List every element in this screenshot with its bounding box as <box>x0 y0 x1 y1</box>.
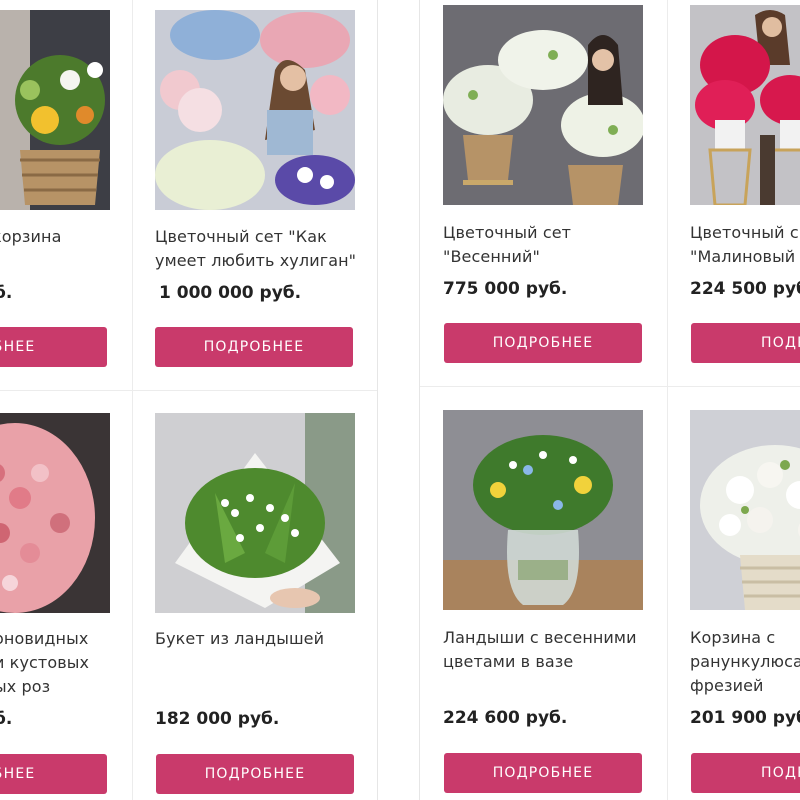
details-button[interactable]: ПОДРОБНЕЕ <box>156 754 354 794</box>
raspberry-flower-set-photo <box>690 5 800 205</box>
product-price: 182 000 руб. <box>155 709 280 729</box>
details-button[interactable]: ПОДРО <box>691 753 800 793</box>
product-title-line: ранункулюсам <box>690 652 800 671</box>
details-button[interactable]: ОБНЕЕ <box>0 754 107 794</box>
product-title-line: ых роз <box>0 677 51 696</box>
column-divider <box>667 0 668 800</box>
product-price: 224 600 руб. <box>443 708 568 728</box>
product-title-line: умеет любить хулиган" <box>155 251 357 270</box>
product-title: Цветочный с <box>690 223 799 242</box>
lily-of-the-valley-bouquet-photo <box>155 413 355 613</box>
row-divider <box>0 390 377 391</box>
details-button[interactable]: ПОДРОБНЕЕ <box>444 323 642 363</box>
details-button[interactable]: ПОДРОБНЕЕ <box>444 753 642 793</box>
spring-flower-set-photo <box>443 5 643 205</box>
product-price: 201 900 руб. <box>690 708 800 728</box>
ranunculus-basket-photo <box>690 410 800 610</box>
row-divider <box>420 386 800 387</box>
product-price: б. <box>0 709 13 729</box>
vase-bouquet-photo <box>443 410 643 610</box>
product-photo[interactable] <box>0 413 110 613</box>
product-photo[interactable] <box>443 410 643 610</box>
product-photo[interactable] <box>0 10 110 210</box>
product-photo[interactable] <box>155 10 355 210</box>
product-price: 775 000 руб. <box>443 279 568 299</box>
product-title-line: фрезией <box>690 676 764 695</box>
product-title-line: "Весенний" <box>443 247 540 266</box>
product-photo[interactable] <box>690 5 800 205</box>
details-button[interactable]: ПОДРОБНЕЕ <box>155 327 353 367</box>
details-button[interactable]: ПОДРО <box>691 323 800 363</box>
flower-basket-photo <box>0 10 110 210</box>
product-price: б. <box>0 283 13 303</box>
rose-bouquet-photo <box>0 413 110 613</box>
product-title-line: цветами в вазе <box>443 652 574 671</box>
product-grid-left: корзина б. ОБНЕЕ Цветочны <box>0 0 378 800</box>
product-photo[interactable] <box>690 410 800 610</box>
panel-gap <box>378 0 419 800</box>
product-photo[interactable] <box>155 413 355 613</box>
product-title: Букет из ландышей <box>155 629 325 648</box>
details-button[interactable]: ОБНЕЕ <box>0 327 107 367</box>
product-title: Ландыши с весенними <box>443 628 637 647</box>
product-title-line: и кустовых <box>0 653 90 672</box>
product-photo[interactable] <box>443 5 643 205</box>
product-title: Цветочный сет "Как <box>155 227 327 246</box>
product-price: 1 000 000 руб. <box>159 283 302 303</box>
product-grid-right: Цветочный сет "Весенний" 775 000 руб. ПО… <box>419 0 800 800</box>
flower-set-photo <box>155 10 355 210</box>
product-title: Корзина с <box>690 628 776 647</box>
product-title-line: "Малиновый ц <box>690 247 800 266</box>
product-title: Цветочный сет <box>443 223 572 242</box>
product-price: 224 500 руб. <box>690 279 800 299</box>
